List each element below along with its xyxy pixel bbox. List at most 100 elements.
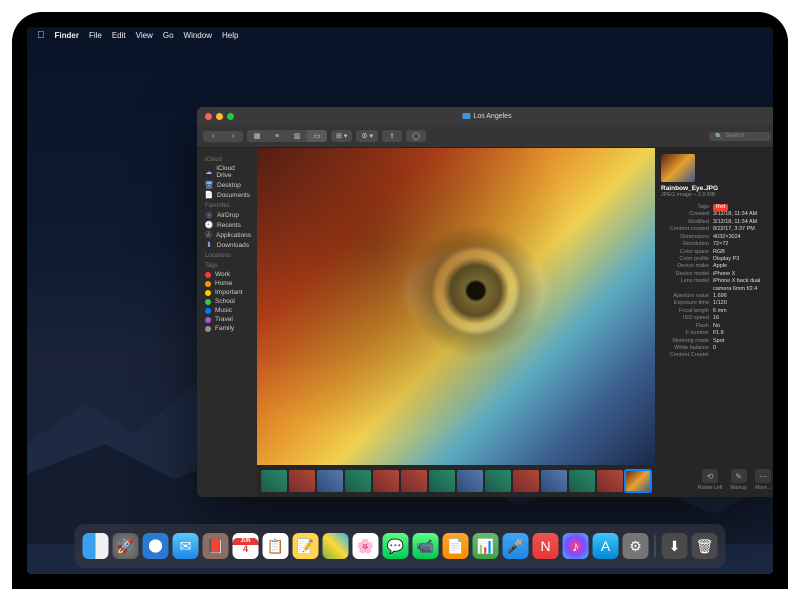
rotate-icon: ⟲ [702,469,718,483]
thumbnail[interactable] [513,470,539,492]
info-key: Dimensions [661,234,709,241]
sidebar-tag-music[interactable]: Music [197,306,257,315]
menu-view[interactable]: View [136,31,153,40]
dock-downloads[interactable]: ⬇ [662,533,688,559]
view-gallery-button[interactable]: ▭ [307,130,327,142]
thumbnail[interactable] [261,470,287,492]
thumbnail[interactable] [345,470,371,492]
info-key: Device make [661,263,709,270]
menu-edit[interactable]: Edit [112,31,126,40]
menu-window[interactable]: Window [184,31,212,40]
dock-itunes[interactable]: ♪ [563,533,589,559]
maximize-button[interactable] [227,113,234,120]
desktop-icon: 🖥 [205,181,213,189]
info-key: Resolution [661,241,709,248]
view-columns-button[interactable]: ▥ [287,130,307,142]
more-button[interactable]: ⋯More... [755,469,771,491]
app-menu[interactable]: Finder [55,31,79,40]
thumbnail[interactable] [373,470,399,492]
thumbnail[interactable] [457,470,483,492]
action-menu-button[interactable]: ⚙ ▾ [356,130,378,142]
dock-photos[interactable]: 🌸 [353,533,379,559]
minimize-button[interactable] [216,113,223,120]
sidebar-item-desktop[interactable]: 🖥Desktop [197,180,257,190]
menu-file[interactable]: File [89,31,102,40]
sidebar-tag-school[interactable]: School [197,297,257,306]
close-button[interactable] [205,113,212,120]
info-key: Metering mode [661,338,709,345]
finder-window: Los Angeles ‹ › ▦ ≡ ▥ ▭ ⊞ ▾ ⚙ ▾ ⇪ ◯ 🔍 Se… [197,107,773,497]
tag-dot-icon [205,308,211,314]
dock-reminders[interactable]: 📋 [263,533,289,559]
sidebar-item-downloads[interactable]: ⬇Downloads [197,240,257,250]
main-content: Rainbow_Eye.JPG JPEG image – 2.8 MB Tags… [257,148,773,497]
search-field[interactable]: 🔍 Search [709,132,771,141]
sidebar-item-recents[interactable]: 🕘Recents [197,220,257,230]
dock-news[interactable]: N [533,533,559,559]
sidebar-tag-travel[interactable]: Travel [197,315,257,324]
dock-system-preferences[interactable]: ⚙ [623,533,649,559]
info-row: White balance 0 [661,345,771,352]
tag-dot-icon [205,290,211,296]
group-by-button[interactable]: ⊞ ▾ [331,130,352,142]
back-button[interactable]: ‹ [203,131,223,142]
dock-appstore[interactable]: A [593,533,619,559]
info-row: FlashNo [661,323,771,330]
thumbnail[interactable] [401,470,427,492]
window-title-text: Los Angeles [473,113,511,120]
menu-help[interactable]: Help [222,31,238,40]
tag-badge[interactable]: Red [713,204,728,211]
rotate-left-button[interactable]: ⟲Rotate Left [698,469,722,491]
thumbnail[interactable] [485,470,511,492]
dock-safari[interactable] [143,533,169,559]
info-value: Spot [713,338,724,345]
thumbnail[interactable] [317,470,343,492]
view-list-button[interactable]: ≡ [267,130,287,142]
info-key: White balance [661,345,709,352]
sidebar-tag-home[interactable]: Home [197,279,257,288]
menu-go[interactable]: Go [163,31,174,40]
forward-button[interactable]: › [223,131,243,142]
info-key: Content Creator [661,352,709,359]
sidebar-tag-family[interactable]: Family [197,324,257,333]
apple-menu-icon[interactable]:  [37,30,45,41]
sidebar-tag-work[interactable]: Work [197,270,257,279]
tag-dot-icon [205,281,211,287]
sidebar-tag-important[interactable]: Important [197,288,257,297]
sidebar-header-favorites: Favorites [197,200,257,210]
thumbnail[interactable] [289,470,315,492]
dock-trash[interactable]: 🗑 [692,533,718,559]
dock-calendar[interactable]: JUN4 [233,533,259,559]
sidebar-item-documents[interactable]: 📄Documents [197,190,257,200]
sidebar-item-airdrop[interactable]: ◎AirDrop [197,210,257,220]
dock-mail[interactable]: ✉ [173,533,199,559]
info-value: 0 [713,345,716,352]
dock-numbers[interactable]: 📊 [473,533,499,559]
thumbnail[interactable] [541,470,567,492]
dock-pages[interactable]: 📄 [443,533,469,559]
info-row: Lens modeliPhone X back dual camera 6mm … [661,278,771,293]
imac-frame:  Finder File Edit View Go Window Help L… [12,12,788,589]
dock-facetime[interactable]: 📹 [413,533,439,559]
dock-maps[interactable] [323,533,349,559]
dock-contacts[interactable]: 📕 [203,533,229,559]
view-icons-button[interactable]: ▦ [247,130,267,142]
info-key: ISO speed [661,315,709,322]
thumbnail[interactable] [569,470,595,492]
thumbnail[interactable] [429,470,455,492]
markup-button[interactable]: ✎Markup [730,469,747,491]
dock-notes[interactable]: 📝 [293,533,319,559]
dock-launchpad[interactable]: 🚀 [113,533,139,559]
share-button[interactable]: ⇪ [382,130,402,142]
preview-image[interactable] [257,148,655,465]
dock-keynote[interactable]: 🎤 [503,533,529,559]
dock-messages[interactable]: 💬 [383,533,409,559]
thumbnail-strip[interactable] [257,465,655,497]
dock-finder[interactable] [83,533,109,559]
thumbnail[interactable] [597,470,623,492]
window-titlebar[interactable]: Los Angeles [197,107,773,125]
thumbnail-selected[interactable] [625,470,651,492]
sidebar-item-icloud-drive[interactable]: ☁iCloud Drive [197,164,257,180]
sidebar-item-applications[interactable]: ⒶApplications [197,230,257,240]
tags-button[interactable]: ◯ [406,130,426,142]
